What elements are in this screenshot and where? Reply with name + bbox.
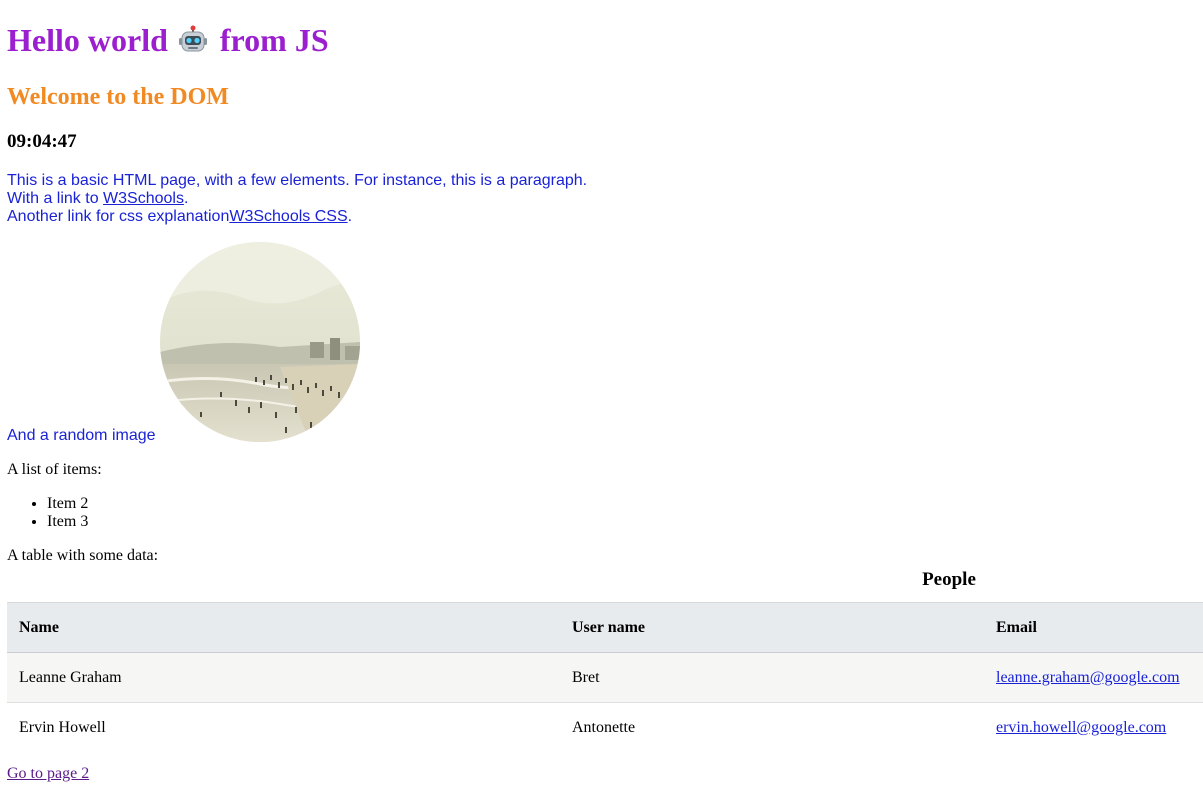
intro-line-3-text: Another link for css explanation (7, 208, 230, 225)
page-2-link[interactable]: Go to page 2 (7, 765, 89, 783)
page-subtitle: Welcome to the DOM (7, 84, 229, 110)
w3schools-css-link[interactable]: W3Schools CSS (229, 208, 347, 225)
table-row: Ervin Howell Antonette ervin.howell@goog… (7, 702, 1203, 753)
email-link[interactable]: ervin.howell@google.com (996, 719, 1166, 736)
image-caption: And a random image (7, 427, 156, 444)
cell-name: Leanne Graham (19, 668, 122, 686)
table-caption: People (922, 569, 976, 590)
table-row: Leanne Graham Bret leanne.graham@google.… (7, 652, 1203, 703)
intro-line-2: With a link to W3Schools. (7, 190, 587, 208)
intro-paragraph: This is a basic HTML page, with a few el… (7, 172, 587, 226)
intro-line-3-suffix: . (347, 208, 353, 225)
robot-icon (178, 25, 207, 52)
list-label: A list of items: (7, 461, 102, 478)
column-header-name: Name (19, 618, 59, 636)
item-list: Item 2 Item 3 (7, 495, 88, 531)
column-header-username: User name (572, 618, 646, 636)
cell-username: Antonette (572, 718, 636, 736)
beach-photo-icon (160, 242, 360, 442)
cell-email: ervin.howell@google.com (984, 703, 1203, 753)
table-header-row: Name User name Email (7, 602, 1203, 653)
cell-email: leanne.graham@google.com (984, 653, 1203, 703)
cell-name: Ervin Howell (19, 718, 106, 736)
beach-photo (160, 242, 360, 442)
title-text-start: Hello world (7, 22, 168, 58)
column-header-email: Email (996, 618, 1037, 636)
people-table: Name User name Email Leanne Graham Bret … (7, 602, 1203, 752)
cell-username: Bret (572, 668, 600, 686)
list-item: Item 2 (47, 495, 88, 513)
title-text-end: from JS (219, 22, 329, 58)
w3schools-link[interactable]: W3Schools (103, 190, 184, 207)
intro-line-2-text: With a link to (7, 190, 104, 207)
intro-line-2-suffix: . (183, 190, 189, 207)
page-title: Hello world from JS (7, 20, 329, 60)
list-item: Item 3 (47, 513, 88, 531)
email-link[interactable]: leanne.graham@google.com (996, 669, 1180, 686)
intro-line-3: Another link for css explanationW3School… (7, 208, 587, 226)
clock-display: 09:04:47 (7, 131, 77, 152)
table-label: A table with some data: (7, 547, 159, 564)
intro-line-1: This is a basic HTML page, with a few el… (7, 172, 588, 189)
